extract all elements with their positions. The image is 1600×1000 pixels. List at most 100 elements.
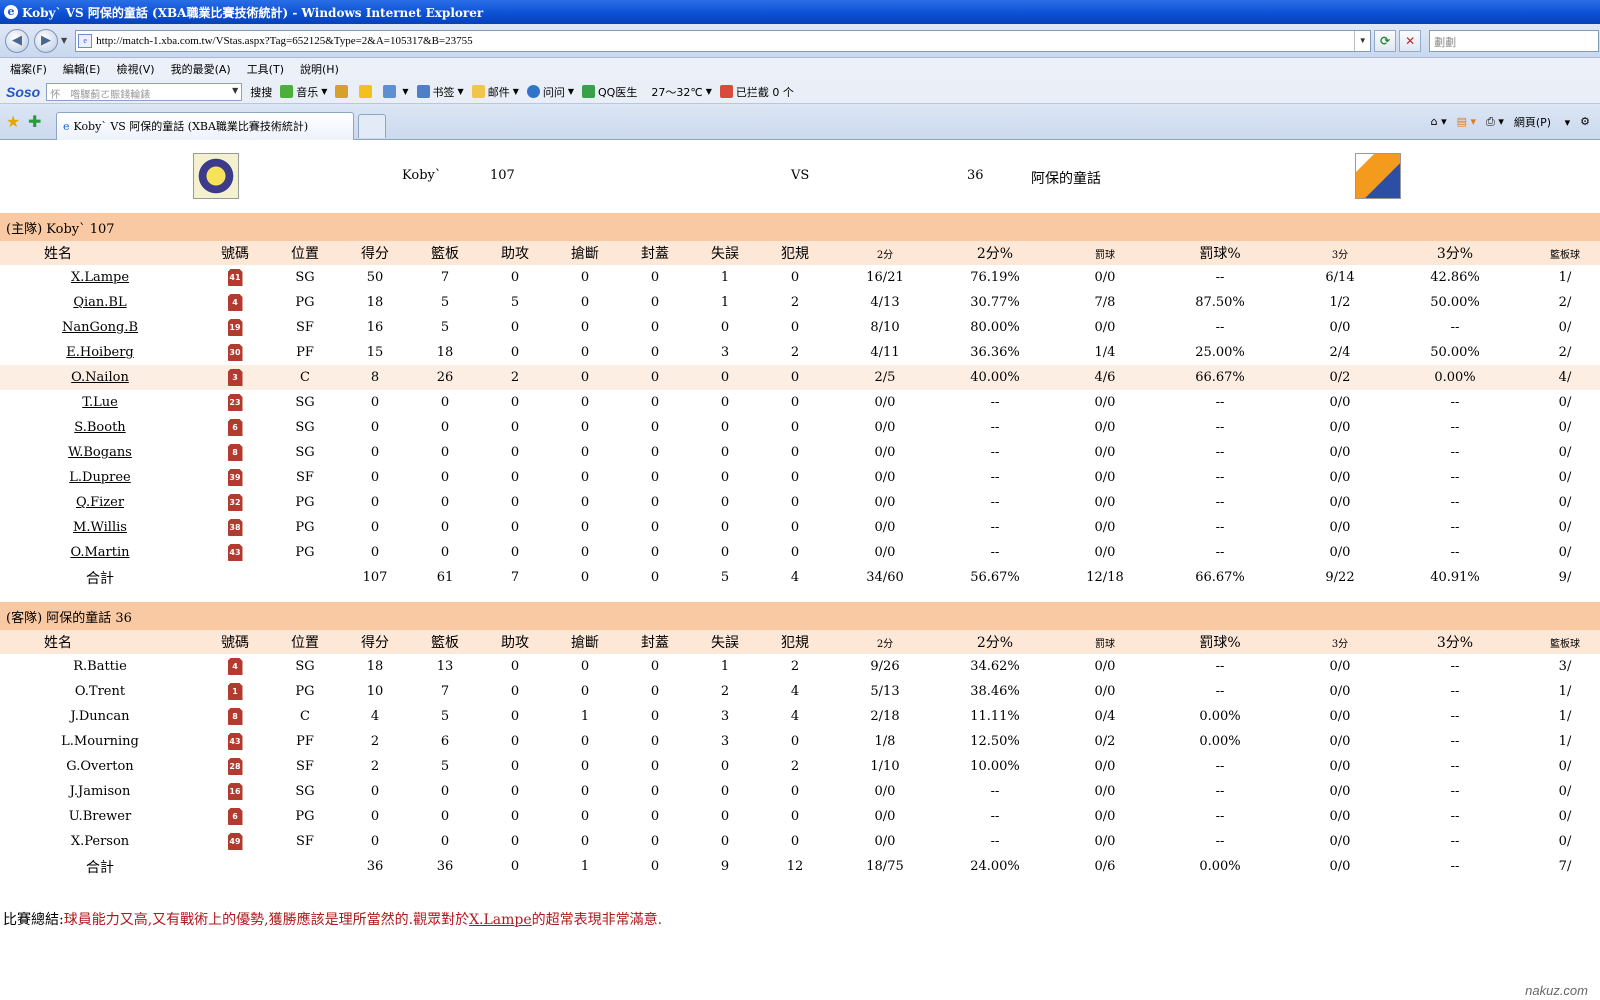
stat-cell: 10 <box>366 684 384 699</box>
music-button[interactable]: 音乐 ▼ <box>280 84 327 100</box>
totals-label: 合計 <box>86 570 114 587</box>
search-input[interactable]: 劃劃 <box>1429 29 1600 52</box>
stat-cell: 0/0 <box>1094 520 1116 535</box>
jersey-icon: 32 <box>227 494 243 511</box>
stop-button[interactable]: ✕ <box>1399 29 1422 52</box>
column-header: 號碼 <box>200 630 270 654</box>
menu-help[interactable]: 說明(H) <box>300 61 339 77</box>
stat-cell: 2/18 <box>870 709 900 724</box>
menu-tools[interactable]: 工具(T) <box>247 61 284 77</box>
player-name[interactable]: S.Booth <box>74 420 125 435</box>
stat-cell: 0/0 <box>874 809 896 824</box>
stat-cell: -- <box>1450 420 1460 435</box>
jersey-icon: 6 <box>227 419 243 436</box>
player-name[interactable]: M.Willis <box>73 520 127 535</box>
position-cell: SG <box>295 395 315 410</box>
tab-active[interactable]: e Koby` VS 阿保的童話 (XBA職業比賽技術統計) <box>56 111 354 140</box>
history-dropdown-icon[interactable]: ▼ <box>61 36 67 45</box>
player-name-cell: U.Brewer <box>0 804 200 829</box>
player-name[interactable]: T.Lue <box>82 395 118 410</box>
stat-cell: 0/ <box>1558 395 1572 410</box>
player-name-cell: S.Booth <box>0 415 200 440</box>
stat-cell: 0 <box>510 684 520 699</box>
tools-gear-icon[interactable]: ⚙ <box>1580 115 1590 128</box>
page-menu[interactable]: 網頁(P) ▾ <box>1514 114 1570 130</box>
total-stat-cell: 0 <box>510 859 520 874</box>
home-icon[interactable]: ⌂ ▾ <box>1431 115 1447 128</box>
player-name[interactable]: Qian.BL <box>73 295 126 310</box>
soso-search-input[interactable]: 怀 喒驟蓟ㄛ賑錢輪錶 ▼ <box>46 82 243 101</box>
jersey-icon: 23 <box>227 394 243 411</box>
soso-search-button[interactable]: 搜搜 <box>250 84 272 100</box>
stat-cell: 0 <box>790 809 800 824</box>
menu-edit[interactable]: 編輯(E) <box>63 61 101 77</box>
player-name[interactable]: NanGong.B <box>62 320 138 335</box>
popup-blocker-button[interactable]: 已拦截 0 个 <box>719 84 794 100</box>
stat-cell: 0 <box>790 470 800 485</box>
stat-cell: 0 <box>580 470 590 485</box>
new-tab-button[interactable] <box>358 113 386 138</box>
stat-cell: -- <box>990 809 1000 824</box>
url-dropdown-icon[interactable]: ▼ <box>1354 30 1370 51</box>
stat-cell: 0/ <box>1558 520 1572 535</box>
qq-doctor-button[interactable]: QQ医生 <box>582 84 637 100</box>
player-name[interactable]: O.Martin <box>70 545 129 560</box>
jersey-cell: 32 <box>200 490 270 515</box>
player-name[interactable]: E.Hoiberg <box>66 345 134 360</box>
refresh-button[interactable]: ⟳ <box>1374 29 1397 52</box>
stat-cell: 0/0 <box>874 495 896 510</box>
column-header: 姓名 <box>0 241 200 265</box>
mail-button[interactable]: 邮件 ▼ <box>471 84 519 100</box>
stat-cell: 0 <box>510 545 520 560</box>
stat-cell: 34.62% <box>970 659 1020 674</box>
stat-cell: 5 <box>510 295 520 310</box>
player-name[interactable]: Q.Fizer <box>76 495 124 510</box>
menu-favorites[interactable]: 我的最愛(A) <box>171 61 231 77</box>
stat-cell: 11.11% <box>970 709 1020 724</box>
stat-cell: 0 <box>580 545 590 560</box>
player-name-cell: O.Trent <box>0 679 200 704</box>
stat-cell: 0/0 <box>874 784 896 799</box>
soso-logo[interactable]: Soso <box>6 84 40 100</box>
menu-file[interactable]: 檔案(F) <box>10 61 47 77</box>
total-stat-cell: 36 <box>436 859 454 874</box>
column-header: 位置 <box>270 630 340 654</box>
address-input[interactable]: e http://match-1.xba.com.tw/VStas.aspx?T… <box>75 29 1372 52</box>
stat-cell: 0 <box>720 495 730 510</box>
summary-player-link[interactable]: X.Lampe <box>469 912 532 928</box>
jersey-cell: 28 <box>200 754 270 779</box>
player-name: X.Person <box>70 834 130 849</box>
stat-cell: 0/0 <box>1329 834 1351 849</box>
forward-button[interactable]: ▶ <box>34 28 58 53</box>
menu-view[interactable]: 檢視(V) <box>116 61 154 77</box>
stat-cell: 7 <box>440 684 450 699</box>
stat-cell: 0/0 <box>874 470 896 485</box>
player-name[interactable]: O.Nailon <box>71 370 129 385</box>
feeds-icon[interactable]: ▤ ▾ <box>1457 115 1476 128</box>
url-text[interactable]: http://match-1.xba.com.tw/VStas.aspx?Tag… <box>96 35 1354 47</box>
soso-dropdown-icon[interactable]: ▼ <box>232 86 238 98</box>
column-header: 2分% <box>940 630 1050 654</box>
highlight-button[interactable] <box>359 85 375 98</box>
stat-cell: 8/10 <box>870 320 900 335</box>
favorites-star-icon[interactable]: ★ <box>6 113 22 130</box>
ask-button[interactable]: 问问 ▼ <box>526 84 574 100</box>
player-name[interactable]: X.Lampe <box>71 270 129 285</box>
bookmark-button[interactable]: 书签 ▼ <box>416 84 464 100</box>
total-stat-cell: 0/0 <box>1329 859 1351 874</box>
stat-cell: -- <box>1215 470 1225 485</box>
translate-button[interactable]: ▼ <box>383 85 409 98</box>
player-row: X.Lampe 41 SG 50 7 0 0 0 1 0 16/21 76.19% 0/0 -- 6/14 4… <box>0 265 1600 290</box>
print-icon[interactable]: ⎙ ▾ <box>1486 115 1504 129</box>
stat-cell: 66.67% <box>1160 365 1280 390</box>
position-cell: PF <box>296 345 314 360</box>
stat-cell: 0/0 <box>1329 784 1351 799</box>
back-button[interactable]: ◀ <box>5 28 29 53</box>
player-name[interactable]: W.Bogans <box>68 445 132 460</box>
player-name[interactable]: L.Dupree <box>69 470 130 485</box>
stat-cell: 50.00% <box>1430 345 1480 360</box>
stat-cell: 0 <box>650 470 660 485</box>
toolbox-button[interactable] <box>335 85 351 98</box>
add-favorites-icon[interactable]: ✚ <box>28 113 44 130</box>
weather-button[interactable]: 27～32℃ ▼ <box>651 84 712 100</box>
